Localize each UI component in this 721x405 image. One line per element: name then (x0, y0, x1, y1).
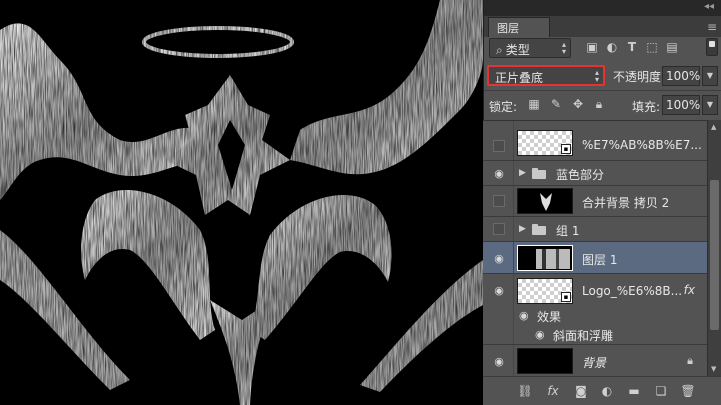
divider (513, 186, 514, 216)
lock-transparent-icon[interactable]: ▦ (527, 97, 541, 111)
divider (484, 90, 721, 91)
new-layer-icon[interactable]: ❏ (653, 383, 669, 399)
group-name: 蓝色部分 (556, 168, 605, 182)
divider (513, 217, 514, 241)
divider (513, 242, 514, 273)
filter-kind-label: 类型 (505, 43, 530, 57)
stepper-arrows-icon: ▴ ▾ (561, 40, 566, 56)
group-name: 组 1 (556, 224, 580, 238)
type-filter-icon[interactable]: T (624, 39, 640, 55)
eye-icon[interactable]: ◉ (492, 284, 506, 297)
lock-all-icon[interactable]: 🔒︎ (592, 97, 606, 111)
thumbnail-art (540, 193, 552, 211)
folder-icon (532, 224, 546, 235)
fill-dropdown-arrow[interactable]: ▼ (702, 95, 718, 115)
layer-row[interactable]: 合并背景 拷贝 2 (483, 186, 707, 217)
new-group-icon[interactable]: ▬ (626, 383, 642, 399)
divider (513, 161, 514, 185)
expand-triangle-icon[interactable]: ▶ (519, 168, 526, 178)
collapse-double-arrow-icon[interactable]: ◂◂ (704, 1, 714, 12)
background-layer-row[interactable]: ◉ 背景 🔒︎ (483, 345, 707, 376)
stepper-arrows-icon: ▴ ▾ (594, 68, 599, 84)
layer-name: 合并背景 拷贝 2 (582, 196, 670, 210)
thumbnail-art (536, 249, 570, 269)
eye-icon[interactable]: ◉ (492, 167, 506, 180)
visibility-toggle-off[interactable] (493, 195, 505, 207)
blend-mode-value: 正片叠底 (495, 71, 544, 85)
add-mask-icon[interactable]: ◙ (573, 383, 589, 399)
tab-layers[interactable]: 图层 (488, 17, 550, 37)
eye-icon[interactable]: ◉ (492, 252, 506, 265)
expand-triangle-icon[interactable]: ▶ (519, 224, 526, 234)
eye-icon[interactable]: ◉ (535, 328, 545, 341)
eye-icon[interactable]: ◉ (519, 309, 529, 322)
divider (513, 325, 514, 344)
layers-toolbar: ⛓ fx ◙ ◐ ▬ ❏ 🗑︎ (483, 376, 721, 405)
scroll-up-icon[interactable]: ▲ (711, 123, 716, 131)
grunge-texture (0, 0, 483, 405)
scrollbar-thumb[interactable] (710, 180, 719, 330)
smart-object-badge-icon: ▪ (561, 292, 571, 302)
add-style-button[interactable]: fx (545, 383, 561, 399)
opacity-input[interactable]: 100% (662, 66, 700, 86)
layer-name: Logo_%E6%8B... (582, 284, 683, 298)
effects-row[interactable]: ◉ 效果 (483, 307, 707, 325)
layer-name: 图层 1 (582, 253, 618, 267)
lock-paint-icon[interactable]: ✎ (549, 97, 563, 111)
fill-input[interactable]: 100% (662, 95, 700, 115)
delete-layer-icon[interactable]: 🗑︎ (680, 383, 696, 399)
panel-title-bar: ◂◂ (484, 0, 721, 16)
canvas-artwork (0, 0, 483, 405)
link-layers-icon[interactable]: ⛓ (517, 383, 533, 399)
layers-list[interactable]: ▪ %E7%AB%8B%E7... ◉ ▶ 蓝色部分 合并背景 拷贝 2 ▶ 组… (483, 120, 707, 376)
layer-thumbnail (517, 348, 573, 374)
divider (513, 121, 514, 160)
smart-object-badge-icon: ▪ (561, 144, 571, 154)
document-canvas[interactable] (0, 0, 483, 405)
fill-label: 填充: (632, 100, 661, 114)
lock-icon: 🔒︎ (687, 354, 693, 367)
layer-thumbnail (517, 245, 573, 271)
image-filter-icon[interactable]: ▣ (584, 39, 600, 55)
layer-name: %E7%AB%8B%E7... (582, 138, 702, 152)
visibility-toggle-off[interactable] (493, 223, 505, 235)
effects-label: 效果 (537, 310, 562, 324)
layer-group-row[interactable]: ◉ ▶ 蓝色部分 (483, 161, 707, 186)
opacity-label: 不透明度: (613, 70, 666, 84)
layer-thumbnail: ▪ (517, 130, 573, 156)
effect-item-row[interactable]: ◉ 斜面和浮雕 (483, 325, 707, 345)
layer-name: 背景 (582, 356, 607, 370)
search-icon: ⌕ (496, 43, 503, 57)
filter-toggle-switch[interactable] (706, 38, 718, 56)
filter-kind-dropdown[interactable]: ⌕ 类型 ▴ ▾ (489, 38, 571, 58)
adjustment-layer-icon[interactable]: ◐ (599, 383, 615, 399)
shape-filter-icon[interactable]: ⬚ (644, 39, 660, 55)
folder-icon (532, 168, 546, 179)
layer-row-selected[interactable]: ◉ 图层 1 (483, 242, 707, 274)
blend-mode-dropdown[interactable]: 正片叠底 ▴ ▾ (487, 65, 605, 86)
adjustment-filter-icon[interactable]: ◐ (604, 39, 620, 55)
smart-object-filter-icon[interactable]: ▤ (664, 39, 680, 55)
opacity-dropdown-arrow[interactable]: ▼ (702, 66, 718, 86)
layers-scrollbar[interactable]: ▲ ▼ (707, 120, 721, 376)
scroll-down-icon[interactable]: ▼ (711, 365, 716, 373)
layer-row[interactable]: ◉ ▪ Logo_%E6%8B... fx (483, 274, 707, 307)
divider (513, 345, 514, 376)
layer-group-row[interactable]: ▶ 组 1 (483, 217, 707, 242)
lock-move-icon[interactable]: ✥ (571, 97, 585, 111)
effect-name: 斜面和浮雕 (553, 329, 614, 343)
panel-menu-icon[interactable]: ≡ (707, 20, 717, 34)
eye-icon[interactable]: ◉ (492, 355, 506, 368)
layer-thumbnail (517, 188, 573, 214)
divider (513, 307, 514, 325)
layer-thumbnail: ▪ (517, 278, 573, 304)
layer-effects-fx-icon[interactable]: fx (684, 283, 695, 297)
divider (513, 274, 514, 307)
visibility-toggle-off[interactable] (493, 140, 505, 152)
lock-label: 锁定: (489, 100, 518, 114)
layer-row[interactable]: ▪ %E7%AB%8B%E7... (483, 121, 707, 161)
